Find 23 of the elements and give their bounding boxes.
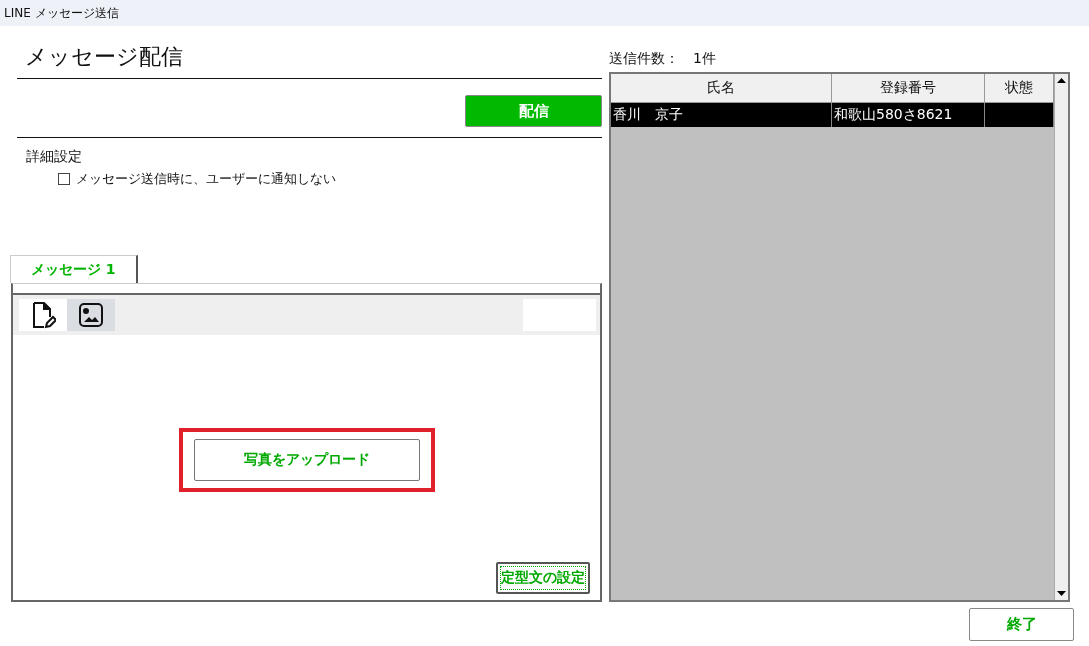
document-edit-icon [30,301,56,329]
count-label: 送信件数： [609,50,679,68]
table-cell: 香川 京子 [611,103,832,127]
page-heading: メッセージ配信 [17,40,602,79]
table-row[interactable]: 香川 京子 和歌山580さ8621 [611,103,1054,127]
template-button[interactable]: 定型文の設定 [496,562,590,594]
column-header[interactable]: 氏名 [611,74,832,103]
exit-button[interactable]: 終了 [969,608,1074,641]
send-button[interactable]: 配信 [465,95,602,127]
image-icon [78,302,104,328]
table-cell: 和歌山580さ8621 [832,103,985,127]
scrollbar[interactable] [1054,74,1068,600]
upload-button[interactable]: 写真をアップロード [193,439,420,481]
column-header[interactable]: 登録番号 [832,74,985,103]
mode-button[interactable] [67,299,115,331]
column-header[interactable]: 状態 [985,74,1054,103]
checkbox-label: メッセージ送信時に、ユーザーに通知しない [76,170,336,188]
checkbox[interactable] [58,173,70,185]
tab[interactable]: メッセージ 1 [10,255,138,283]
mode-button[interactable] [19,299,67,331]
window-title: LINE メッセージ送信 [0,0,1089,26]
section-label: 詳細設定 [26,148,83,166]
count-value: 1件 [693,50,716,68]
